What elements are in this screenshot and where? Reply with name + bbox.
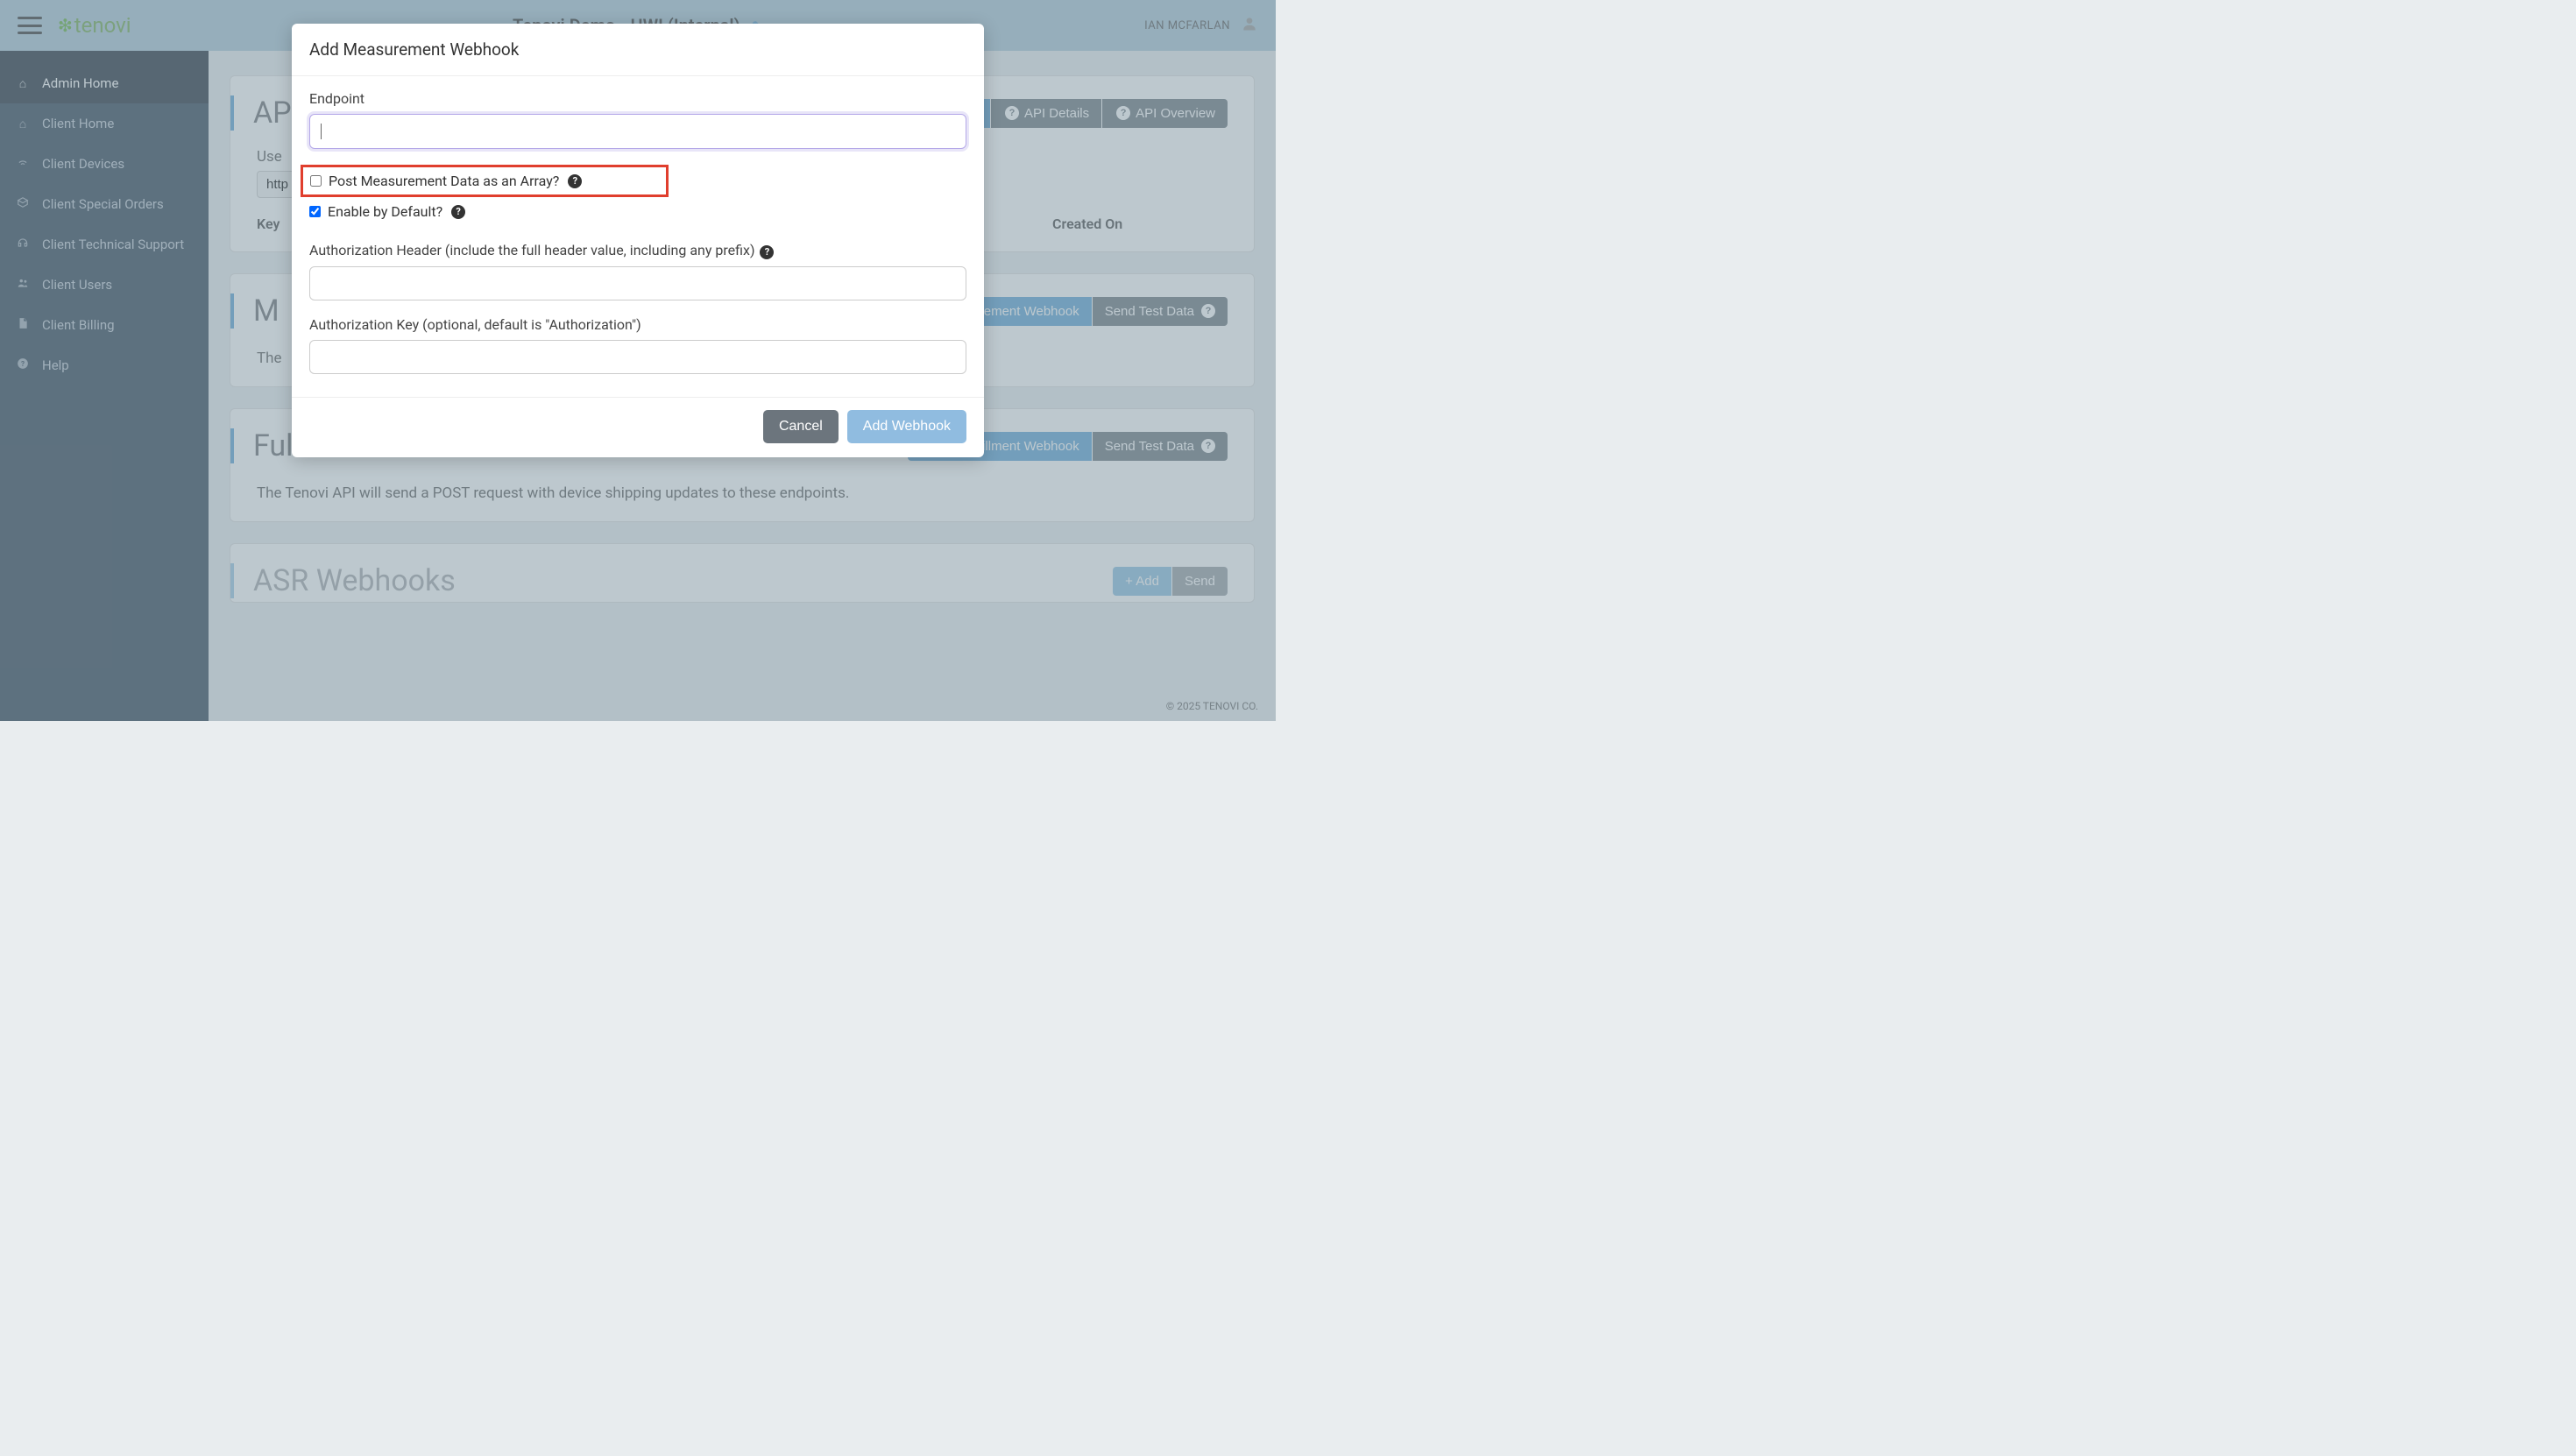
enable-default-checkbox[interactable] <box>309 206 321 217</box>
modal-footer: Cancel Add Webhook <box>292 397 984 457</box>
endpoint-input[interactable] <box>309 114 966 149</box>
auth-key-label: Authorization Key (optional, default is … <box>309 316 966 333</box>
add-webhook-button[interactable]: Add Webhook <box>847 410 966 443</box>
post-as-array-row: Post Measurement Data as an Array? ? <box>301 165 669 197</box>
enable-default-row: Enable by Default? ? <box>309 201 966 223</box>
help-icon[interactable]: ? <box>451 205 465 219</box>
auth-header-input[interactable] <box>309 266 966 300</box>
enable-default-label: Enable by Default? <box>328 203 442 220</box>
add-measurement-webhook-modal: Add Measurement Webhook Endpoint Post Me… <box>292 24 984 457</box>
post-as-array-checkbox[interactable] <box>310 175 322 187</box>
auth-header-label: Authorization Header (include the full h… <box>309 242 966 259</box>
post-as-array-label: Post Measurement Data as an Array? <box>329 173 559 189</box>
text-cursor <box>321 124 322 139</box>
modal-body: Endpoint Post Measurement Data as an Arr… <box>292 76 984 397</box>
endpoint-label: Endpoint <box>309 90 966 107</box>
help-icon[interactable]: ? <box>760 245 774 259</box>
cancel-button[interactable]: Cancel <box>763 410 839 443</box>
help-icon[interactable]: ? <box>568 174 582 188</box>
modal-title: Add Measurement Webhook <box>292 24 984 76</box>
auth-key-input[interactable] <box>309 340 966 374</box>
